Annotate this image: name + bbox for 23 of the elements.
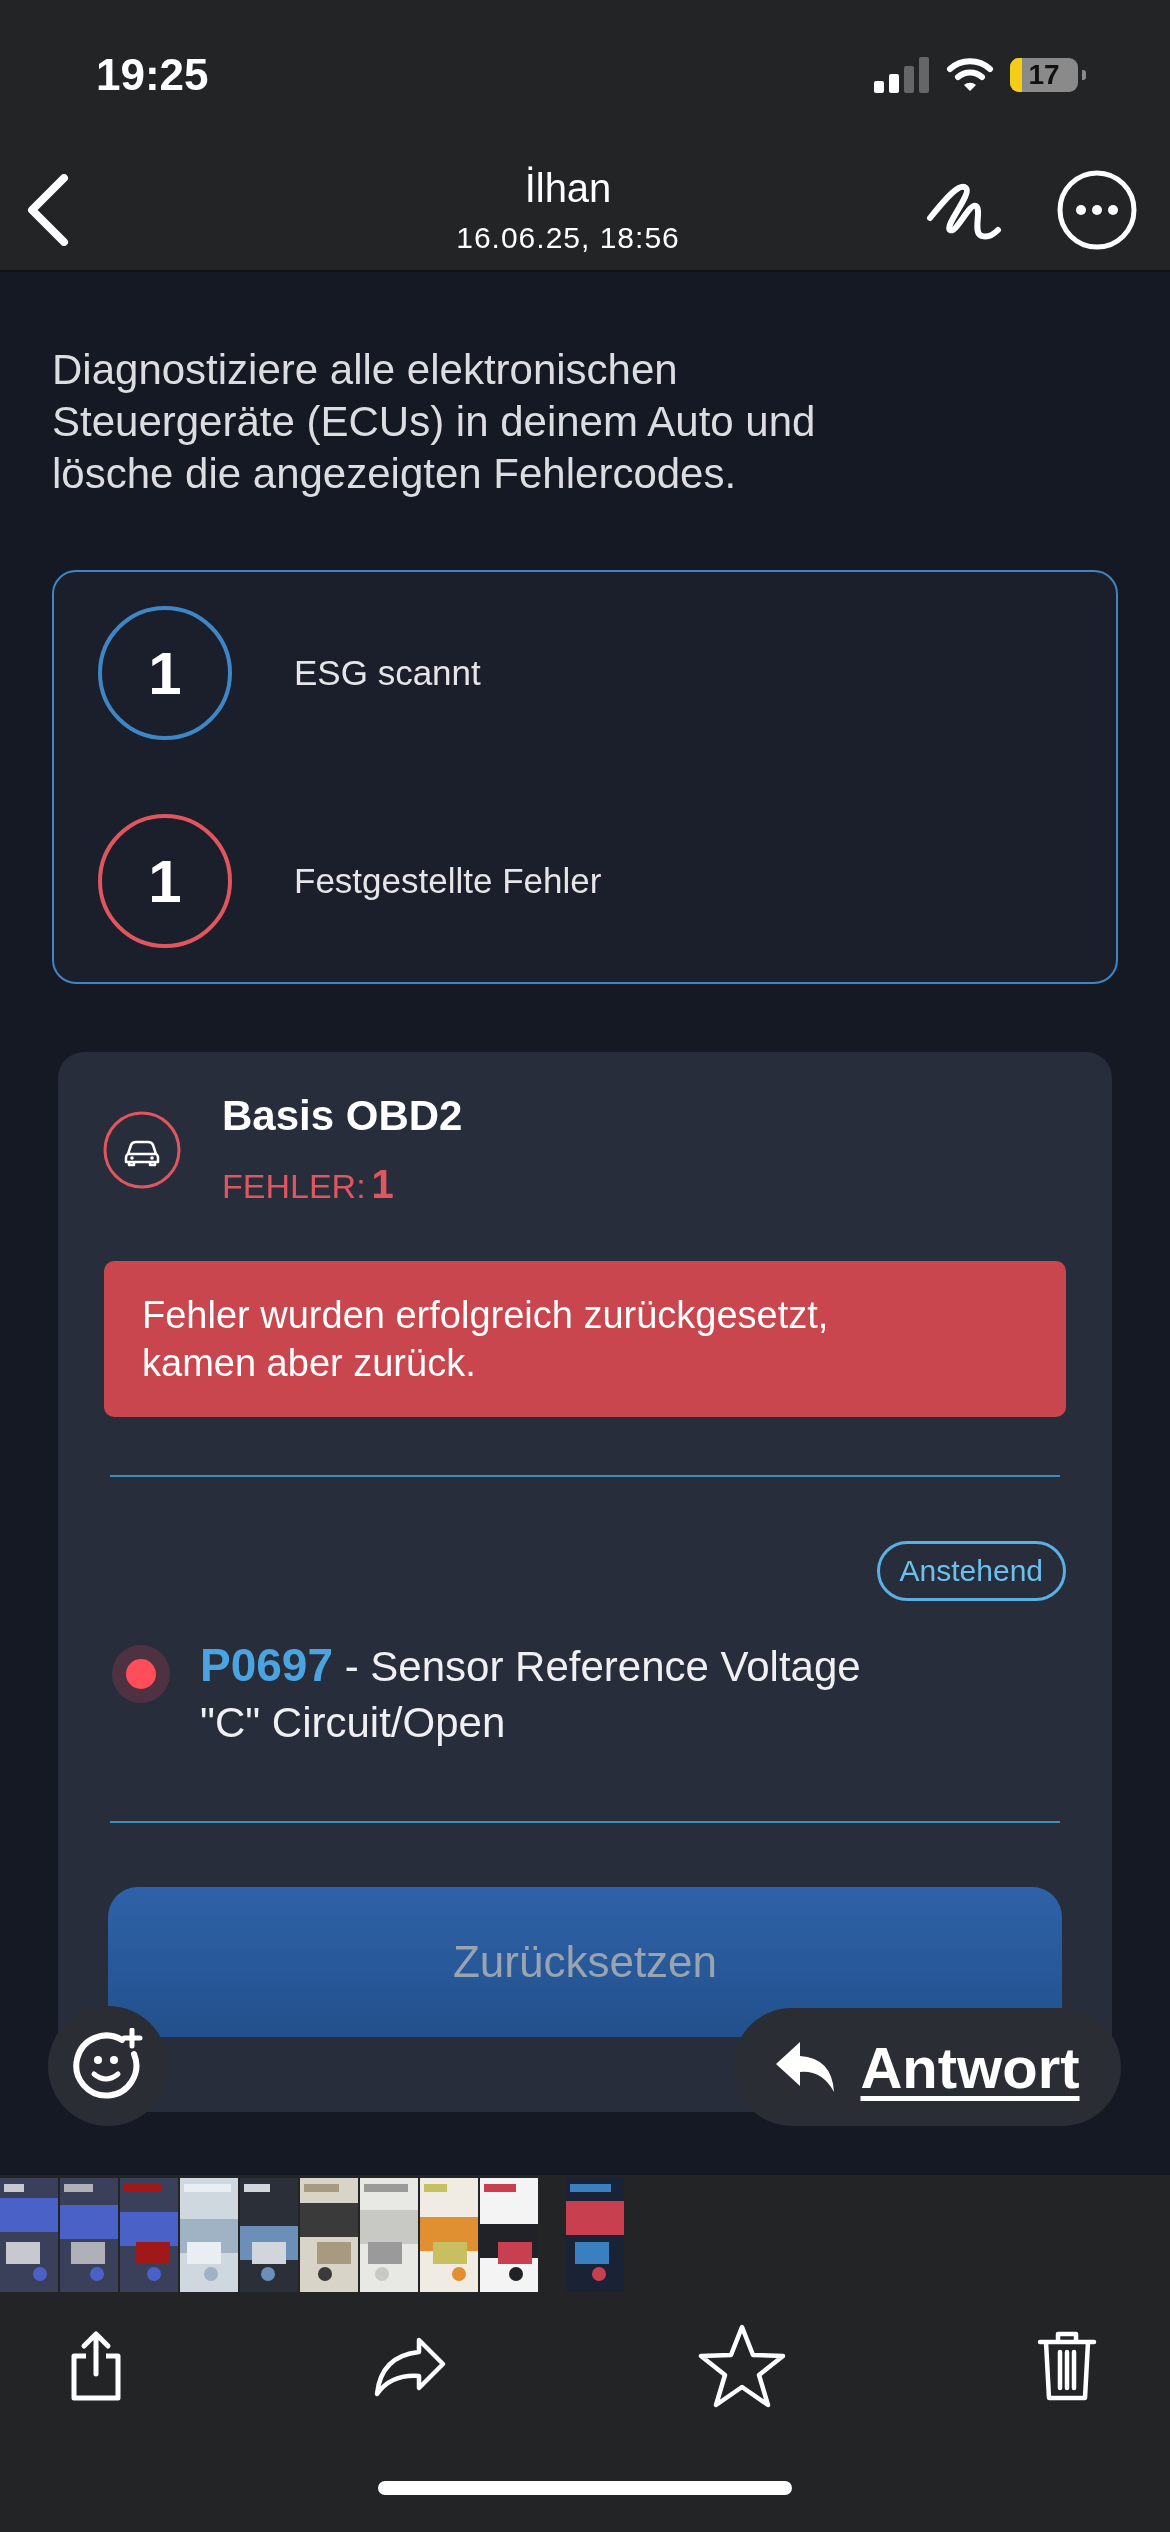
status-dot	[126, 1659, 156, 1689]
status-badge: Anstehend	[876, 1541, 1066, 1601]
back-icon[interactable]	[26, 174, 70, 246]
fault-text: P0697 - Sensor Reference Voltage "C" Circuit/Open	[200, 1638, 862, 1748]
signal-icon	[874, 57, 930, 93]
error-count: 1	[371, 1162, 394, 1207]
count-ring: 1	[98, 814, 232, 948]
stat-label: Festgestellte Fehler	[294, 861, 602, 901]
count-ring: 1	[98, 606, 232, 740]
contact-name: İlhan	[524, 165, 612, 211]
alert-banner: Fehler wurden erfolgreich zurückgesetzt, kamen aber zurück.	[104, 1261, 1066, 1417]
reply-button[interactable]: Antwort	[733, 2008, 1121, 2126]
wifi-icon	[946, 57, 994, 93]
trash-icon[interactable]	[1036, 2330, 1098, 2402]
message-date: 16.06.25, 18:56	[456, 220, 680, 255]
description-text: Diagnostiziere alle elektronischen Steuergeräte (ECUs) in deinem Auto und lösche die angezeigten Fehlercodes.	[52, 345, 817, 499]
module-title: Basis OBD2	[222, 1092, 463, 1140]
more-icon[interactable]	[1056, 169, 1138, 251]
car-icon	[102, 1109, 182, 1190]
status-time: 19:25	[96, 50, 209, 100]
stat-label: ESG scannt	[294, 653, 481, 693]
error-label: FEHLER:	[222, 1167, 366, 1206]
star-icon[interactable]	[696, 2323, 787, 2409]
